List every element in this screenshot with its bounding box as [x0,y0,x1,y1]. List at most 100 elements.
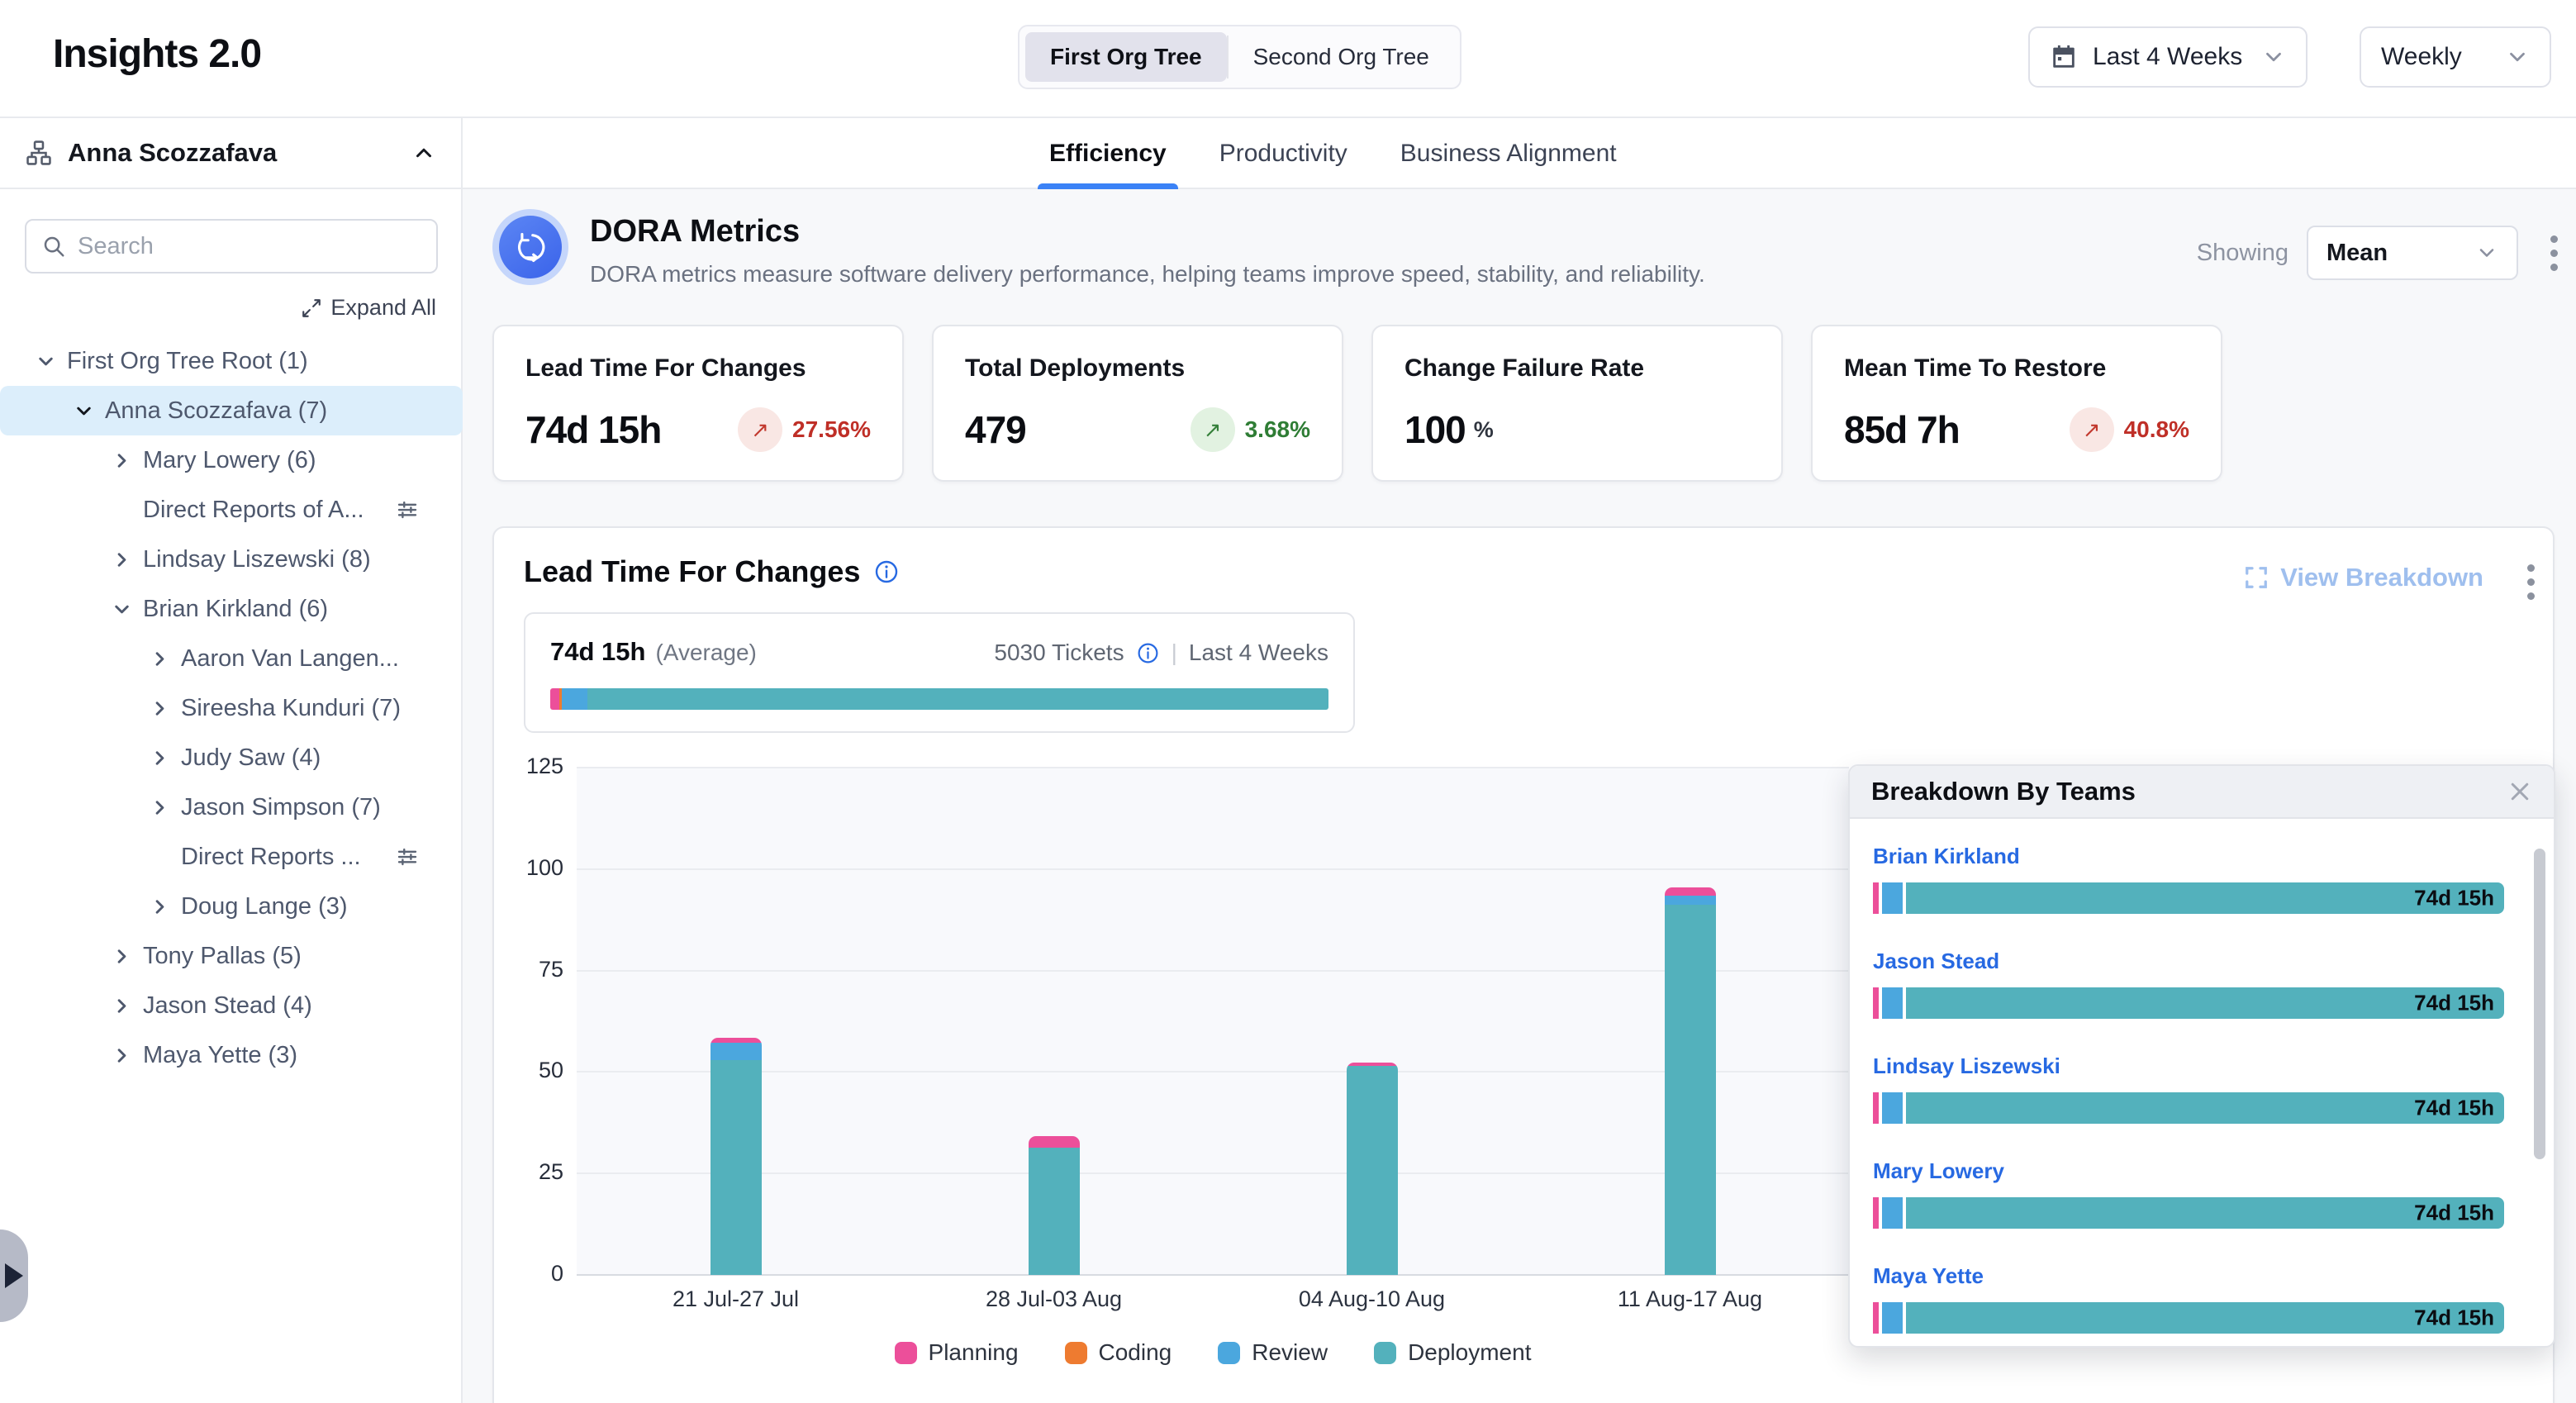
chevron-down-icon[interactable] [111,598,133,621]
showing-value: Mean [2326,240,2388,267]
bar-segment-deployment [1665,905,1716,1275]
collapse-sidebar-chevron-up-icon[interactable] [411,140,436,165]
sidebar-collapse-handle[interactable] [0,1229,28,1322]
average-value: 74d 15h [550,637,645,667]
bar-segment-review [1665,896,1716,905]
expand-all-button[interactable]: Expand All [301,295,436,321]
bar-segment-deployment [1029,1148,1080,1275]
chevron-down-icon[interactable] [35,350,57,373]
tree-item-label: Tony Pallas (5) [143,943,302,970]
showing-select[interactable]: Mean [2307,226,2518,280]
chevron-right-icon[interactable] [111,549,133,571]
tree-item[interactable]: Direct Reports of A... [0,485,463,535]
metric-card-value-row: 479 ↗3.68% [965,407,1310,452]
tree-item[interactable]: First Org Tree Root (1) [0,336,463,386]
tree-item[interactable]: Maya Yette (3) [0,1030,463,1080]
breakdown-team-row: Jason Stead74d 15h [1873,949,2504,1019]
chevron-right-icon[interactable] [149,648,171,670]
tree-item[interactable]: Tony Pallas (5) [0,931,463,981]
tree-item[interactable]: Judy Saw (4) [0,733,463,782]
bar-segment-planning [1873,1302,1879,1334]
org-chart-icon [25,139,53,167]
close-icon[interactable] [2507,779,2532,804]
search-input[interactable] [78,233,421,260]
chevron-right-icon[interactable] [149,747,171,769]
breakdown-team-name-link[interactable]: Mary Lowery [1873,1158,2504,1184]
chevron-right-icon[interactable] [111,995,133,1017]
y-axis-tick-label: 0 [551,1261,563,1286]
tree-item[interactable]: Mary Lowery (6) [0,435,463,485]
sidebar-user-name: Anna Scozzafava [68,138,397,168]
chevron-right-icon[interactable] [149,697,171,720]
breakdown-team-bar: 74d 15h [1873,882,2504,914]
tree-item[interactable]: Sireesha Kunduri (7) [0,683,463,733]
chart-legend: PlanningCodingReviewDeployment [577,1339,1849,1366]
metric-card-value: 479 [965,407,1026,452]
bar-segment-review [1882,1302,1903,1334]
gridline [577,767,1849,768]
metric-card: Mean Time To Restore85d 7h↗40.8% [1811,325,2222,482]
breakdown-team-name-link[interactable]: Lindsay Liszewski [1873,1053,2504,1079]
toggle-second-org-tree[interactable]: Second Org Tree [1229,32,1454,82]
metric-change-badge: ↗3.68% [1191,407,1310,452]
tree-item[interactable]: Jason Stead (4) [0,981,463,1030]
date-range-select[interactable]: Last 4 Weeks [2028,26,2307,88]
tree-item[interactable]: Direct Reports ... [0,832,463,882]
chevron-right-icon[interactable] [149,797,171,819]
chevron-down-icon [2475,241,2498,264]
tab-productivity[interactable]: Productivity [1219,118,1347,189]
breakdown-scrollbar-thumb[interactable] [2534,849,2545,1159]
metric-card-title: Change Failure Rate [1404,354,1750,383]
metric-card-value: 85d 7h [1844,407,1960,452]
tree-item[interactable]: Brian Kirkland (6) [0,584,463,634]
toggle-first-org-tree[interactable]: First Org Tree [1025,32,1227,82]
breakdown-team-name-link[interactable]: Brian Kirkland [1873,844,2504,869]
insights-app: Insights 2.0 First Org Tree Second Org T… [0,0,2576,1403]
tree-item[interactable]: Anna Scozzafava (7) [0,386,463,435]
dora-kebab-menu[interactable] [2550,235,2558,271]
chart-bar [1347,1063,1398,1275]
metric-change-badge: ↗ 40.8% [2070,407,2189,452]
breakdown-team-name-link[interactable]: Jason Stead [1873,949,2504,974]
filter-sliders-icon[interactable] [395,497,420,522]
chevron-right-icon[interactable] [111,1044,133,1067]
metric-card: Change Failure Rate 100% [1371,325,1783,482]
dora-metrics-title: DORA Metrics [590,214,1705,250]
tree-item[interactable]: Aaron Van Langen... [0,634,463,683]
chevron-right-icon[interactable] [111,449,133,472]
metric-card-value-row: 100% [1404,407,1750,452]
trend-up-arrow-icon: ↗ [1191,407,1235,452]
view-breakdown-button[interactable]: View Breakdown [2244,563,2483,592]
tab-efficiency[interactable]: Efficiency [1049,118,1167,189]
breakdown-by-teams-panel: Breakdown By Teams Brian Kirkland 74d 15h… [1848,764,2555,1348]
legend-label: Review [1252,1339,1328,1366]
metric-card-unit: % [1474,417,1494,443]
tab-business-alignment[interactable]: Business Alignment [1400,118,1617,189]
breakdown-panel-header: Breakdown By Teams [1850,766,2554,819]
trend-up-arrow-icon: ↗ [2070,407,2114,452]
chevron-right-icon[interactable] [149,896,171,918]
bar-segment-review [711,1043,762,1060]
tree-item[interactable]: Jason Simpson (7) [0,782,463,832]
legend-color-chip [1065,1342,1087,1364]
bar-segment-review [1882,1092,1903,1124]
breakdown-team-bar: 74d 15h [1873,1197,2504,1229]
granularity-select[interactable]: Weekly [2360,26,2551,88]
chart-plot-area: 0255075100125 [577,768,1849,1275]
breakdown-team-name-link[interactable]: Maya Yette [1873,1263,2504,1289]
calendar-icon [2050,43,2078,71]
tree-item-label: Judy Saw (4) [181,744,321,772]
tabs: Efficiency Productivity Business Alignme… [1049,118,1617,189]
chevron-right-icon[interactable] [111,945,133,968]
metric-change-value: 40.8% [2124,416,2189,443]
lead-time-title-row: Lead Time For Changes [524,554,900,589]
filter-sliders-icon[interactable] [395,844,420,869]
tree-item[interactable]: Lindsay Liszewski (8) [0,535,463,584]
chevron-down-icon[interactable] [73,400,95,422]
dora-metrics-header: DORA Metrics DORA metrics measure softwa… [492,209,1705,288]
info-icon[interactable] [873,559,900,585]
tree-item[interactable]: Doug Lange (3) [0,882,463,931]
info-icon[interactable] [1136,641,1160,665]
dora-metrics-icon [492,209,568,285]
lead-time-kebab-menu[interactable] [2526,564,2535,600]
